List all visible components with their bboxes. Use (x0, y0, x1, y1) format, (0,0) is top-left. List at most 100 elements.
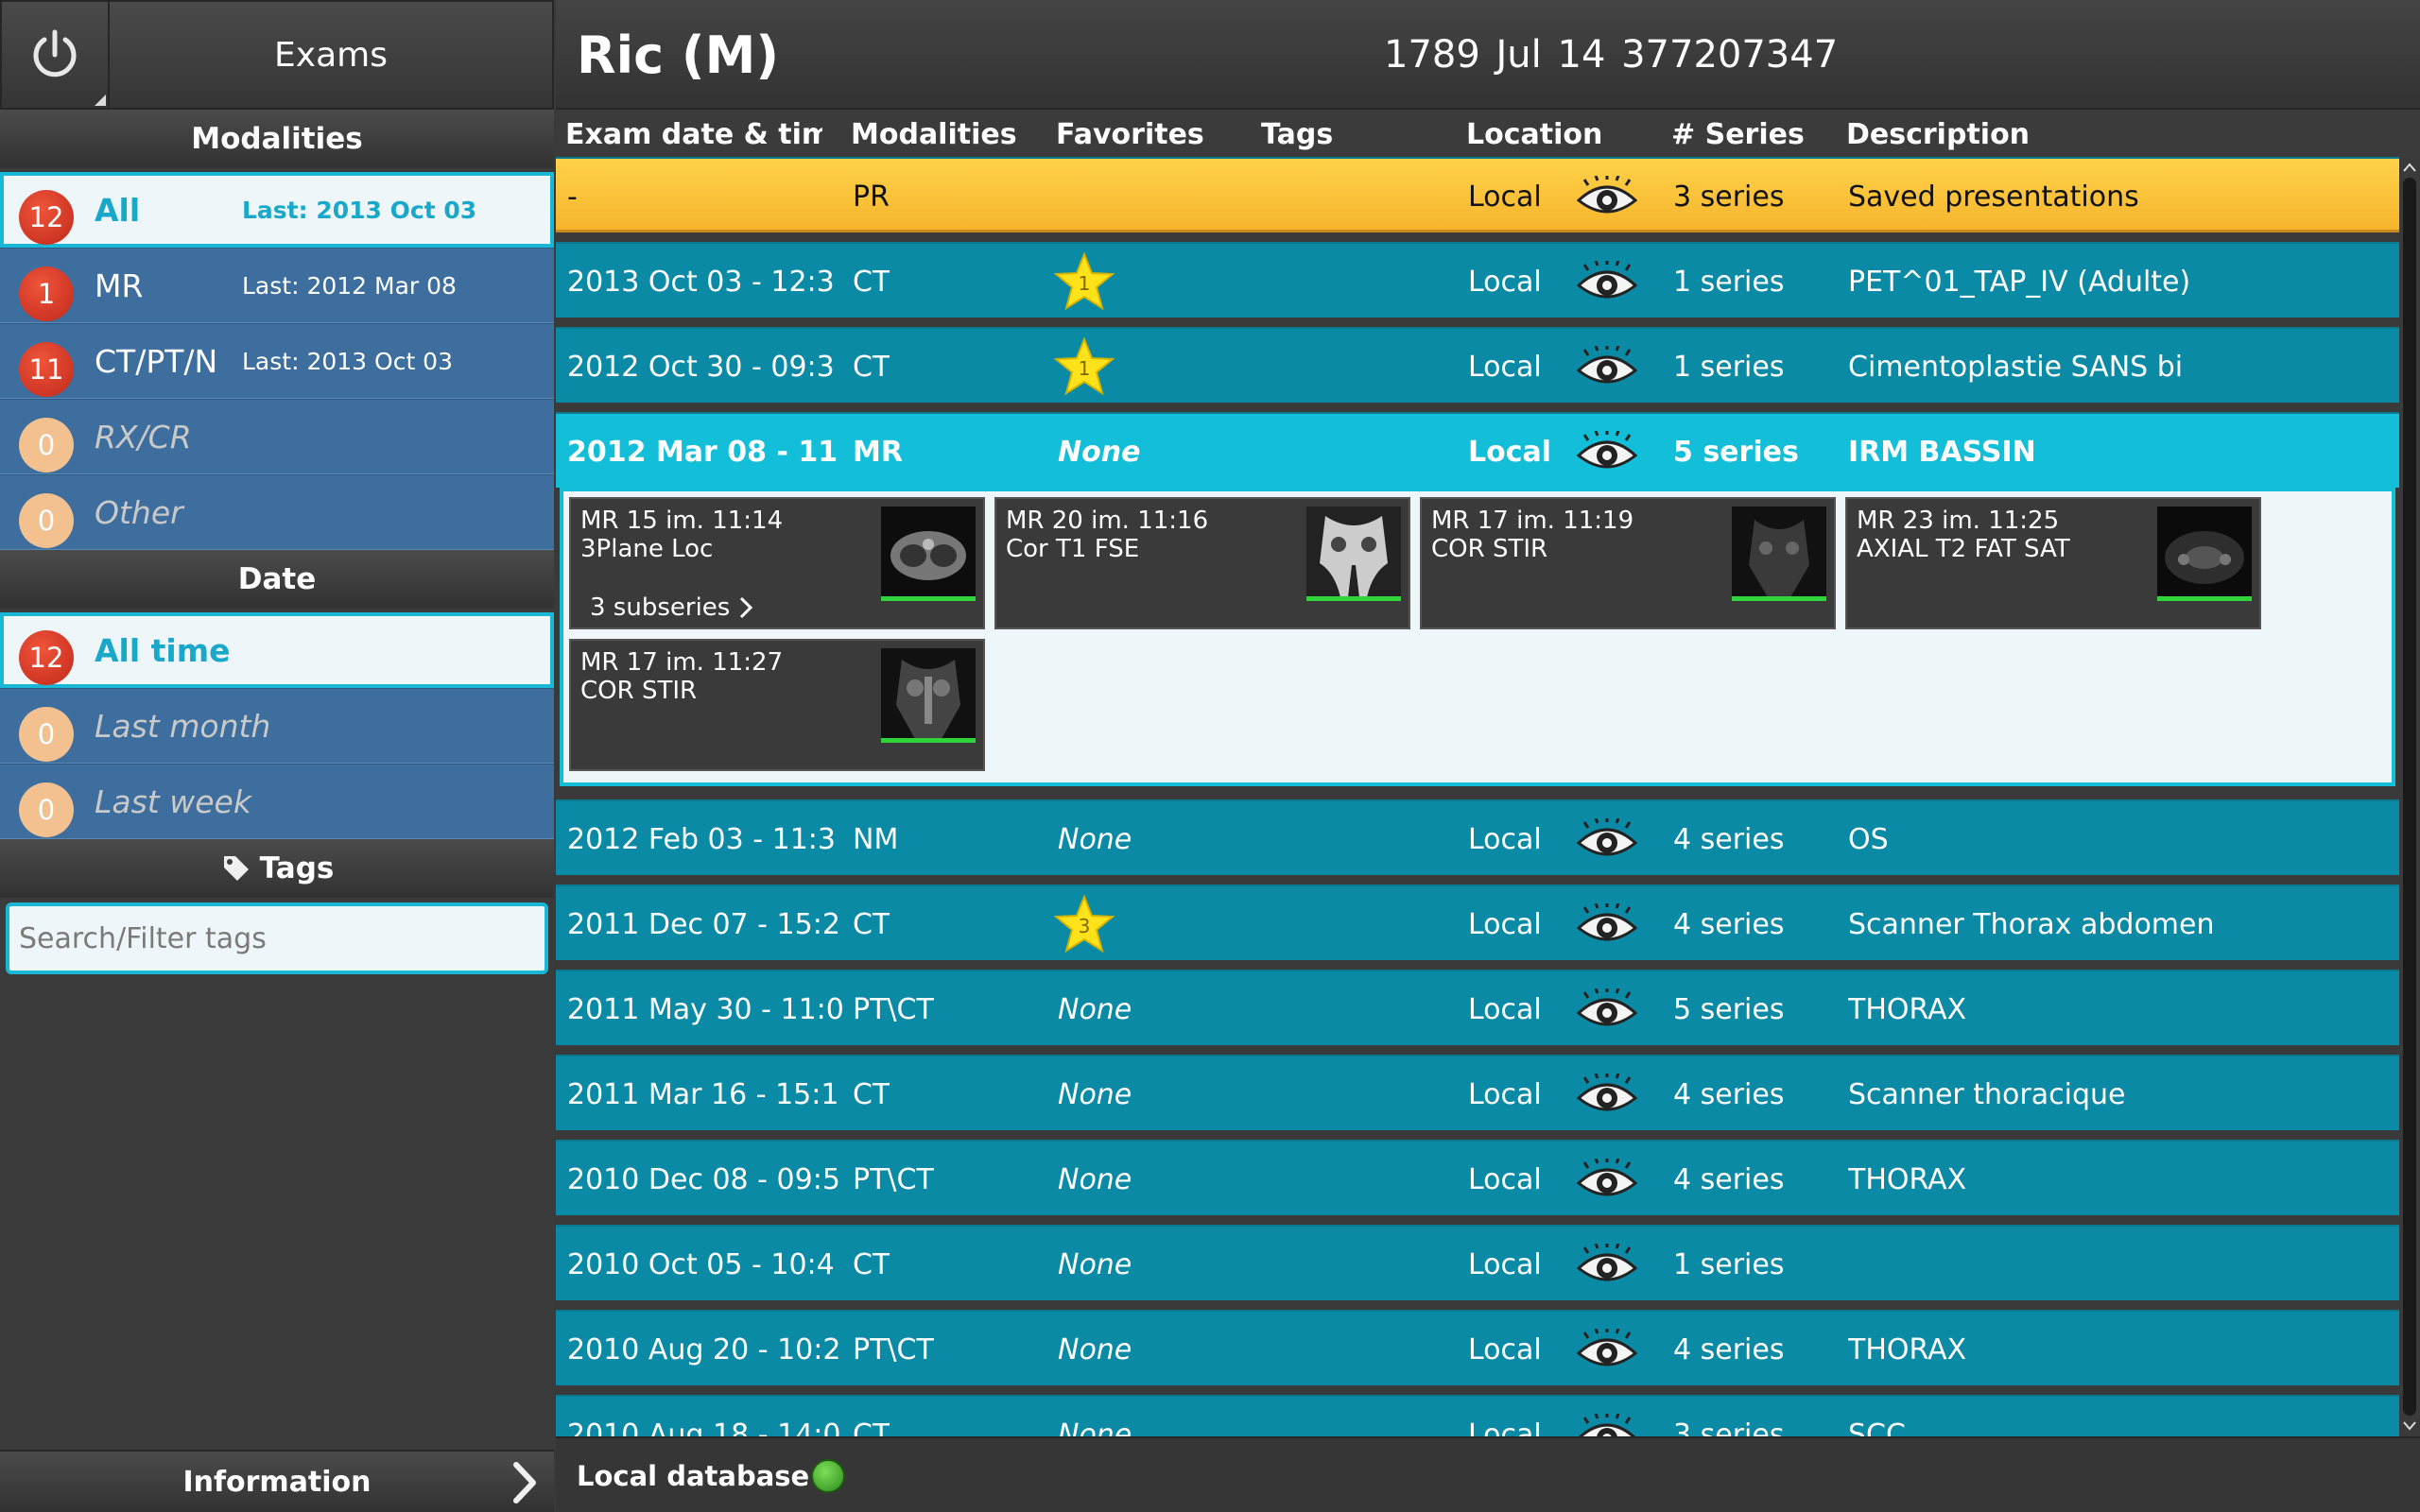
date-item-last-week[interactable]: 0 Last week (0, 764, 554, 839)
col-tags[interactable]: Tags (1261, 112, 1333, 157)
exam-modality: CT (853, 1077, 890, 1111)
exam-row[interactable]: 2010 Dec 08 - 09:5 PT\CT None Local 4 series… (556, 1140, 2399, 1215)
series-description: COR STIR (580, 677, 698, 705)
modalities-header: Modalities (0, 110, 554, 168)
tag-search-input[interactable] (6, 902, 548, 974)
eye-icon[interactable] (1576, 1328, 1638, 1370)
exam-row[interactable]: 2012 Mar 08 - 11 MR None Local 5 series IRM B… (556, 412, 2399, 488)
exam-row[interactable]: 2010 Aug 20 - 10:2 PT\CT None Local 4 series… (556, 1310, 2399, 1385)
scrollbar[interactable] (2399, 157, 2420, 1436)
series-title: MR 20 im. 11:16 (1006, 507, 1209, 535)
star-icon[interactable]: 3 (1053, 894, 1115, 954)
date-item-all-time[interactable]: 12 All time (0, 612, 554, 688)
eye-icon[interactable] (1576, 175, 1638, 217)
series-card[interactable]: MR 15 im. 11:14 3Plane Loc 3 subseries (569, 497, 985, 629)
col-modalities[interactable]: Modalities (851, 112, 1017, 157)
date-item-last-month[interactable]: 0 Last month (0, 688, 554, 764)
tags-header-label: Tags (259, 851, 335, 885)
exam-row[interactable]: 2010 Aug 18 - 14:0 CT None Local 3 series SCC (556, 1395, 2399, 1436)
exam-row[interactable]: 2013 Oct 03 - 12:3 CT 1 Local 1 series PET^01… (556, 242, 2399, 318)
exam-location: Local (1468, 1077, 1542, 1111)
series-title: MR 17 im. 11:19 (1431, 507, 1634, 535)
information-button[interactable]: Information (0, 1450, 554, 1512)
exam-series-count: 5 series (1673, 992, 1785, 1026)
column-header: Exam date & time Modalities Favorites Ta… (556, 112, 2420, 157)
exam-location: Local (1468, 1332, 1542, 1366)
database-status-led (811, 1459, 845, 1493)
col-location[interactable]: Location (1466, 112, 1602, 157)
information-label: Information (182, 1465, 372, 1499)
exam-series-count: 4 series (1673, 907, 1785, 941)
exam-series-count: 1 series (1673, 265, 1785, 299)
power-button[interactable] (0, 0, 110, 110)
exam-row[interactable]: 2010 Oct 05 - 10:4 CT None Local 1 series (556, 1225, 2399, 1300)
exam-location: Local (1468, 1162, 1542, 1196)
exam-description: Saved presentations (1848, 180, 2139, 214)
exam-row[interactable]: 2011 Mar 16 - 15:1 CT None Local 4 series Sca… (556, 1055, 2399, 1130)
col-description[interactable]: Description (1846, 112, 2030, 157)
exam-date: 2012 Feb 03 - 11:3 (567, 822, 836, 856)
exam-location: Local (1468, 265, 1542, 299)
exam-modality: CT (853, 1418, 890, 1437)
star-icon[interactable]: 1 (1053, 251, 1115, 311)
exam-location: Local (1468, 435, 1552, 469)
series-description: Cor T1 FSE (1006, 535, 1140, 563)
eye-icon[interactable] (1576, 1073, 1638, 1115)
series-panel: MR 15 im. 11:14 3Plane Loc 3 subseries MR 2… (560, 488, 2395, 786)
exam-row[interactable]: 2012 Oct 30 - 09:3 CT 1 Local 1 series Ciment… (556, 327, 2399, 403)
exam-modality: CT (853, 907, 890, 941)
scroll-thumb[interactable] (2403, 178, 2416, 1416)
exam-date: 2010 Aug 20 - 10:2 (567, 1332, 841, 1366)
exam-row[interactable]: 2012 Feb 03 - 11:3 NM None Local 4 series OS (556, 799, 2399, 875)
exam-row[interactable]: 2011 May 30 - 11:0 PT\CT None Local 5 series… (556, 970, 2399, 1045)
scroll-up-icon[interactable] (2401, 159, 2418, 176)
exam-modality: CT (853, 350, 890, 384)
exam-favorites: None (1058, 1162, 1132, 1196)
eye-icon[interactable] (1576, 817, 1638, 860)
star-icon[interactable]: 1 (1053, 336, 1115, 396)
exam-series-count: 1 series (1673, 350, 1785, 384)
exam-location: Local (1468, 907, 1542, 941)
series-card[interactable]: MR 20 im. 11:16 Cor T1 FSE (994, 497, 1410, 629)
modality-item-all[interactable]: 12 All Last: 2013 Oct 03 (0, 172, 554, 248)
scroll-down-icon[interactable] (2401, 1418, 2418, 1435)
exam-modality: PT\CT (853, 1162, 934, 1196)
tags-header: Tags (0, 839, 554, 898)
col-favorites[interactable]: Favorites (1056, 112, 1204, 157)
exam-modality: PR (853, 180, 890, 214)
col-exam-date[interactable]: Exam date & time (565, 112, 822, 157)
subseries-link[interactable]: 3 subseries (590, 593, 756, 622)
modality-item-rx-cr[interactable]: 0 RX/CR (0, 399, 554, 474)
series-card[interactable]: MR 17 im. 11:27 COR STIR (569, 639, 985, 771)
series-description: 3Plane Loc (580, 535, 714, 563)
modality-item-ct-pt-n[interactable]: 11 CT/PT/N Last: 2013 Oct 03 (0, 323, 554, 399)
eye-icon[interactable] (1576, 430, 1638, 472)
chevron-right-icon (513, 1462, 536, 1503)
exam-description: Scanner thoracique (1848, 1077, 2126, 1111)
exam-favorites: None (1058, 1077, 1132, 1111)
exam-date: - (567, 180, 578, 214)
favorite-count: 1 (1078, 357, 1091, 380)
eye-icon[interactable] (1576, 902, 1638, 945)
presentation-row[interactable]: - PR Local 3 series Saved presentations (556, 157, 2399, 232)
eye-icon[interactable] (1576, 988, 1638, 1030)
modality-item-mr[interactable]: 1 MR Last: 2012 Mar 08 (0, 248, 554, 323)
exam-description: THORAX (1848, 992, 1967, 1026)
eye-icon[interactable] (1577, 1413, 1637, 1436)
eye-icon[interactable] (1576, 260, 1638, 302)
series-description: AXIAL T2 FAT SAT (1857, 535, 2070, 563)
exam-series-count: 1 series (1673, 1247, 1785, 1281)
eye-icon[interactable] (1576, 1158, 1638, 1200)
modality-item-other[interactable]: 0 Other (0, 474, 554, 550)
eye-icon[interactable] (1576, 345, 1638, 387)
modality-label: MR (95, 266, 144, 304)
status-bar: Local database (556, 1436, 2420, 1512)
series-card[interactable]: MR 17 im. 11:19 COR STIR (1420, 497, 1836, 629)
exam-location: Local (1468, 992, 1542, 1026)
series-card[interactable]: MR 23 im. 11:25 AXIAL T2 FAT SAT (1845, 497, 2261, 629)
main-panel: Ric (M) 1789 Jul 14 377207347 Exam date … (556, 0, 2420, 1512)
col-series[interactable]: # Series (1671, 112, 1805, 157)
exam-row[interactable]: 2011 Dec 07 - 15:2 CT 3 Local 4 series Scanne… (556, 885, 2399, 960)
subseries-label: 3 subseries (590, 593, 731, 622)
eye-icon[interactable] (1576, 1243, 1638, 1285)
